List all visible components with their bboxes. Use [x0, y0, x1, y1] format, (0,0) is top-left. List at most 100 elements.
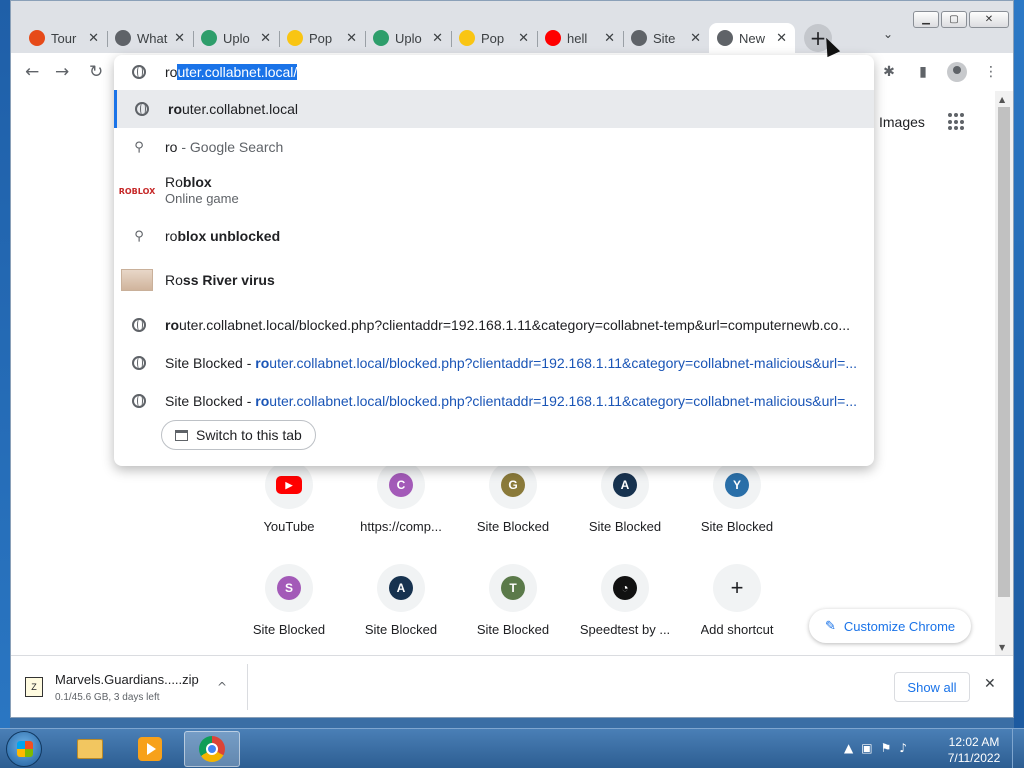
tab[interactable]: Pop ✕ [279, 23, 365, 53]
close-tab-icon[interactable]: ✕ [776, 31, 787, 46]
globe-icon [132, 356, 146, 370]
volume-icon[interactable]: ♪ [899, 741, 907, 755]
menu-icon[interactable]: ⋮ [981, 62, 1001, 82]
shortcut-tile[interactable]: T Site Blocked [457, 564, 569, 637]
maximize-button[interactable]: ▢ [941, 11, 967, 28]
chevron-up-icon[interactable]: ^ [217, 680, 227, 694]
shortcut-tile[interactable]: ▶ YouTube [233, 461, 345, 534]
side-panel-icon[interactable]: ▮ [913, 62, 933, 82]
address-input[interactable]: router.collabnet.local/ [165, 64, 298, 80]
pencil-icon: ✎ [825, 618, 836, 633]
close-tab-icon[interactable]: ✕ [690, 31, 701, 46]
search-icon: ⚲ [134, 139, 144, 155]
address-bar[interactable]: router.collabnet.local/ [114, 55, 874, 89]
tab-search-icon[interactable]: ⌄ [883, 27, 893, 41]
shortcut-label: Add shortcut [700, 622, 774, 637]
shortcut-label: Speedtest by ... [579, 622, 671, 637]
media-player-icon [138, 737, 162, 761]
close-window-button[interactable]: ✕ [969, 11, 1009, 28]
shortcut-tile[interactable]: S Site Blocked [233, 564, 345, 637]
show-desktop-button[interactable] [1012, 729, 1024, 768]
shortcut-favicon-icon: T [501, 576, 525, 600]
suggestion-url[interactable]: router.collabnet.local/blocked.php?clien… [114, 306, 874, 344]
page-scrollbar[interactable]: ▲ ▼ [995, 91, 1013, 655]
shortcut-grid: ▶ YouTube Chttps://comp... G Site Blocked A Si… [233, 461, 793, 637]
profile-avatar-icon[interactable] [947, 62, 967, 82]
close-icon[interactable]: ✕ [984, 676, 996, 692]
suggestion-history[interactable]: Site Blocked - router.collabnet.local/bl… [114, 382, 874, 420]
favicon-icon [717, 30, 733, 46]
network-icon[interactable]: ▣ [861, 741, 872, 755]
shortcut-tile[interactable]: ◔ Speedtest by ... [569, 564, 681, 637]
clock[interactable]: 12:02 AM 7/11/2022 [940, 734, 1008, 766]
shortcut-icon-bg: C [377, 461, 425, 509]
shortcut-label: Site Blocked [588, 519, 662, 534]
tab-title: New [739, 30, 766, 46]
download-item[interactable]: Z Marvels.Guardians.....zip 0.1/45.6 GB,… [25, 666, 247, 708]
forward-icon[interactable]: → [55, 62, 69, 82]
tab[interactable]: New ✕ [709, 23, 795, 53]
minimize-button[interactable]: ▁ [913, 11, 939, 28]
tab-title: hell [567, 30, 588, 46]
shortcut-tile[interactable]: G Site Blocked [457, 461, 569, 534]
file-explorer-app[interactable] [62, 731, 118, 767]
suggestion-search[interactable]: ⚲ roblox unblocked [114, 218, 874, 254]
scroll-down-icon[interactable]: ▼ [999, 643, 1005, 652]
shortcut-tile[interactable]: Chttps://comp... [345, 461, 457, 534]
close-tab-icon[interactable]: ✕ [604, 31, 615, 46]
shortcut-icon-bg: A [601, 461, 649, 509]
close-tab-icon[interactable]: ✕ [260, 31, 271, 46]
images-link[interactable]: Images [879, 114, 925, 130]
close-tab-icon[interactable]: ✕ [432, 31, 443, 46]
shortcut-tile[interactable]: A Site Blocked [345, 564, 457, 637]
suggestion-history[interactable]: Site Blocked - router.collabnet.local/bl… [114, 344, 874, 382]
close-tab-icon[interactable]: ✕ [518, 31, 529, 46]
shortcut-tile[interactable]: A Site Blocked [569, 461, 681, 534]
chrome-app[interactable] [184, 731, 240, 767]
suggestion-entity-ross-river[interactable]: Ross River virus [114, 258, 874, 302]
download-filename: Marvels.Guardians.....zip [55, 671, 199, 687]
customize-chrome-button[interactable]: ✎ Customize Chrome [809, 609, 972, 643]
close-tab-icon[interactable]: ✕ [174, 31, 185, 46]
shortcut-tile[interactable]: Y Site Blocked [681, 461, 793, 534]
chrome-icon [199, 736, 225, 762]
add-shortcut-button[interactable]: + Add shortcut [681, 564, 793, 637]
close-tab-icon[interactable]: ✕ [346, 31, 357, 46]
show-hidden-icons-icon[interactable]: ▲ [844, 741, 853, 755]
globe-icon [135, 102, 149, 116]
tab[interactable]: Pop ✕ [451, 23, 537, 53]
reload-icon[interactable]: ↻ [89, 62, 103, 82]
tab-title: Pop [309, 30, 333, 46]
favicon-icon [373, 30, 389, 46]
shortcut-favicon-icon: G [501, 473, 525, 497]
close-tab-icon[interactable]: ✕ [88, 31, 99, 46]
scroll-thumb[interactable] [998, 107, 1010, 597]
toolbar-right: ✱ ▮ ⋮ [879, 62, 1001, 82]
media-player-app[interactable] [122, 731, 178, 767]
tab[interactable]: Uplo ✕ [193, 23, 279, 53]
extensions-icon[interactable]: ✱ [879, 62, 899, 82]
switch-to-tab-button[interactable]: Switch to this tab [161, 420, 316, 450]
tab[interactable]: Site ✕ [623, 23, 709, 53]
tab[interactable]: hell ✕ [537, 23, 623, 53]
favicon-icon [201, 30, 217, 46]
desktop-left-edge [0, 0, 10, 728]
tab-title: Uplo [395, 30, 422, 46]
tab[interactable]: Tour ✕ [21, 23, 107, 53]
roblox-thumbnail: ROBLOX [118, 186, 156, 196]
tab-title: Pop [481, 30, 505, 46]
tab-icon [175, 429, 188, 441]
shortcut-favicon-icon: Y [725, 473, 749, 497]
action-center-icon[interactable]: ⚑ [881, 741, 892, 755]
show-all-button[interactable]: Show all [894, 672, 970, 702]
apps-grid-icon[interactable] [948, 113, 966, 131]
back-icon[interactable]: ← [25, 62, 39, 82]
suggestion-url[interactable]: router.collabnet.local [114, 90, 874, 128]
shortcut-favicon-icon: + [730, 575, 744, 600]
tab[interactable]: Uplo ✕ [365, 23, 451, 53]
suggestion-search[interactable]: ⚲ ro - Google Search [114, 128, 874, 166]
scroll-up-icon[interactable]: ▲ [999, 95, 1005, 104]
start-button[interactable] [6, 731, 42, 767]
tab[interactable]: What ✕ [107, 23, 193, 53]
suggestion-entity-roblox[interactable]: ROBLOX Roblox Online game [114, 166, 874, 216]
